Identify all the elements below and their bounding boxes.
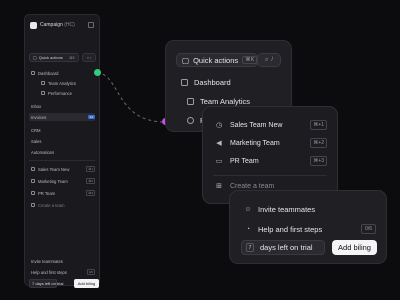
help-icon: ◔ (245, 225, 251, 233)
teams-divider (213, 175, 327, 176)
connector-start-dot (94, 69, 101, 76)
help-item[interactable]: ◔ Help and first steps 0/6 (244, 221, 376, 237)
performance-icon (187, 116, 194, 124)
zoom-panel-footer: ☺ Invite teammates ◔ Help and first steps 0… (229, 190, 387, 264)
add-billing-button-large[interactable]: Add biling (332, 240, 377, 255)
timer-icon: ◷ (215, 122, 223, 129)
plus-icon: ⊞ (216, 183, 222, 190)
team-item-marketing-team[interactable]: ◀ Marketing Team ⌘+2 (215, 135, 327, 151)
quick-actions-icon: ▢ (182, 55, 190, 65)
dashboard-icon (181, 78, 188, 86)
user-plus-icon: ☺ (244, 205, 252, 213)
invite-teammates-item[interactable]: ☺ Invite teammates (244, 201, 376, 217)
chat-icon: ▭ (215, 158, 223, 165)
analytics-icon (187, 97, 194, 105)
trial-indicator-large: 7 days left on trial (241, 240, 325, 255)
team-item-pr-team[interactable]: ▭ PR Team ⌘+3 (215, 153, 327, 169)
nav-item-dashboard[interactable]: Dashboard (181, 75, 231, 89)
quick-actions-button-large[interactable]: ▢ Quick actions ⌘K (176, 53, 258, 67)
search-button-large[interactable]: ⌕ / (257, 53, 281, 67)
team-item-sales-team-new[interactable]: ◷ Sales Team New ⌘+1 (215, 117, 327, 133)
search-icon: ⌕ (264, 56, 269, 63)
megaphone-icon: ◀ (216, 140, 222, 147)
